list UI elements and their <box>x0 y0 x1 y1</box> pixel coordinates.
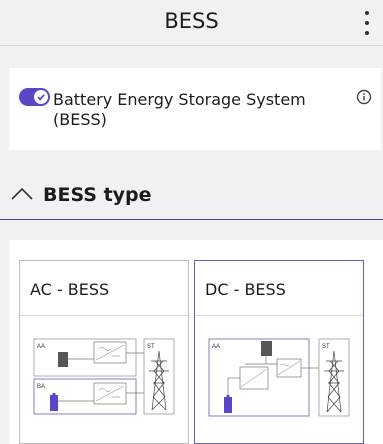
page-title: BESS <box>164 9 219 33</box>
more-options-icon[interactable] <box>360 9 374 37</box>
ac-bess-title: AC - BESS <box>20 261 188 316</box>
chevron-up-icon[interactable] <box>10 186 34 202</box>
bess-toggle-card: Battery Energy Storage System (BESS) <box>9 68 381 150</box>
pv-module-icon <box>261 341 272 356</box>
toggle-knob <box>34 90 48 104</box>
section-title: BESS type <box>43 184 152 206</box>
info-icon[interactable] <box>356 89 372 105</box>
check-icon <box>37 94 45 101</box>
transmission-tower-icon <box>324 350 344 413</box>
dc-bess-title: DC - BESS <box>195 261 363 316</box>
battery-icon <box>50 395 58 411</box>
st-label: ST <box>322 344 330 350</box>
pv-module-icon <box>58 352 68 367</box>
ba-label: BA <box>37 384 45 390</box>
app-bar: BESS <box>0 0 383 46</box>
aa-label: AA <box>212 344 220 350</box>
bess-type-section-header[interactable]: BESS type <box>0 172 383 220</box>
transmission-tower-icon <box>149 350 169 411</box>
dc-bess-diagram: AA ST <box>208 338 350 417</box>
aa-label: AA <box>37 344 45 350</box>
bess-type-panel: AC - BESS AA BA ST DC - BESS AA ST <box>9 240 383 444</box>
ac-bess-diagram: AA BA ST <box>33 338 175 415</box>
dc-bess-option[interactable]: DC - BESS AA ST <box>194 260 364 444</box>
bess-toggle-label: Battery Energy Storage System (BESS) <box>53 90 306 129</box>
st-label: ST <box>147 344 155 350</box>
ac-bess-option[interactable]: AC - BESS AA BA ST <box>19 260 189 444</box>
battery-icon <box>224 397 232 413</box>
bess-toggle-switch[interactable] <box>19 88 50 106</box>
